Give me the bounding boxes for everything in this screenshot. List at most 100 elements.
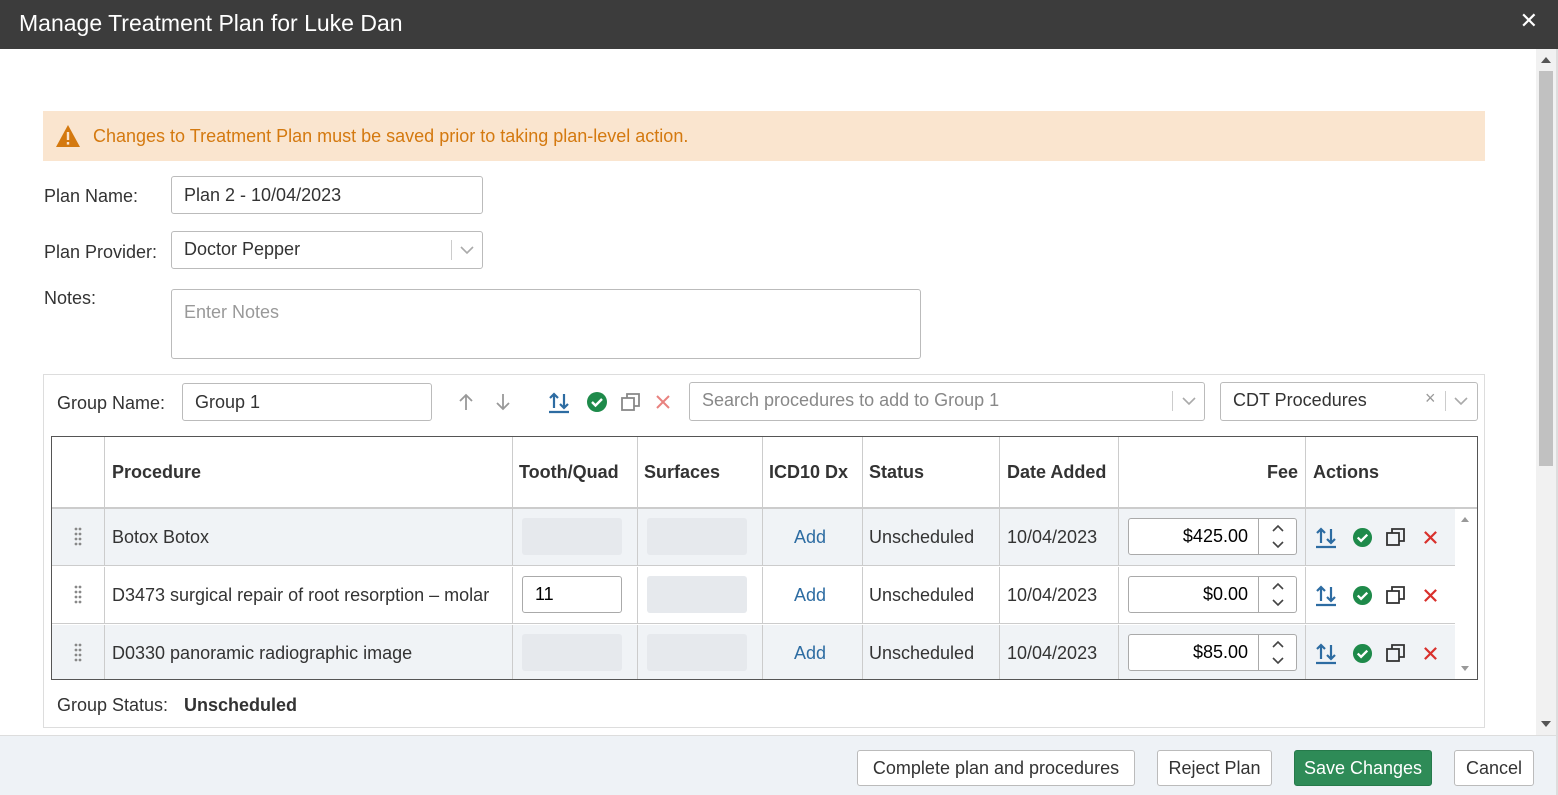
group-name-label: Group Name: (57, 393, 166, 413)
delete-procedure-icon[interactable] (1423, 530, 1438, 545)
drag-handle-icon[interactable] (74, 585, 82, 605)
fee-input[interactable] (1128, 576, 1259, 613)
scroll-down-icon[interactable] (1541, 721, 1551, 727)
tooth-cell (513, 509, 638, 566)
alert-message: Changes to Treatment Plan must be saved … (93, 126, 689, 146)
procedure-set-value: CDT Procedures (1233, 390, 1367, 410)
warning-icon (56, 125, 80, 147)
header-label: Fee (1266, 462, 1298, 482)
sort-transfer-icon[interactable] (1314, 583, 1338, 607)
header-label: Status (869, 462, 925, 482)
actions-cell (1306, 509, 1455, 566)
fee-stepper[interactable] (1259, 518, 1297, 555)
duplicate-group-icon[interactable] (620, 391, 642, 413)
icd10-cell: Add (763, 625, 863, 679)
dialog-footer: Complete plan and procedures Reject Plan… (0, 735, 1556, 795)
table-row: D0330 panoramic radiographic image Add U… (52, 625, 1455, 679)
fee-cell (1119, 567, 1306, 624)
dialog-scrollbar[interactable] (1536, 49, 1556, 735)
fee-stepper[interactable] (1259, 634, 1297, 671)
procedure-search-select[interactable]: Search procedures to add to Group 1 (689, 382, 1205, 421)
cancel-button[interactable]: Cancel (1454, 750, 1534, 786)
fee-column-header[interactable]: Fee (1119, 437, 1306, 507)
date-added-column-header[interactable]: Date Added (1000, 437, 1119, 507)
icd10-column-header[interactable]: ICD10 Dx (763, 437, 863, 507)
tooth-quad-input-disabled (522, 518, 622, 555)
duplicate-procedure-icon[interactable] (1385, 526, 1407, 548)
close-icon[interactable]: ✕ (1520, 8, 1538, 34)
surfaces-input-disabled (647, 634, 747, 671)
chevron-down-icon[interactable] (1271, 540, 1285, 550)
fee-input[interactable] (1128, 518, 1259, 555)
surfaces-input-disabled (647, 518, 747, 555)
drag-handle-icon[interactable] (74, 527, 82, 547)
move-group-down-icon[interactable] (493, 392, 513, 412)
table-row: Botox Botox Add Unscheduled 10/04/2023 (52, 509, 1455, 566)
sort-transfer-icon[interactable] (1314, 641, 1338, 665)
chevron-up-icon[interactable] (1271, 639, 1285, 649)
header-label: Tooth/Quad (519, 462, 619, 482)
table-scroll-down-icon[interactable] (1461, 666, 1469, 671)
surfaces-column-header[interactable]: Surfaces (638, 437, 763, 507)
actions-cell (1306, 625, 1455, 679)
fee-cell (1119, 625, 1306, 679)
sort-transfer-icon[interactable] (1314, 525, 1338, 549)
tooth-cell (513, 625, 638, 679)
clear-icon[interactable]: × (1425, 388, 1436, 409)
plan-provider-select[interactable]: Doctor Pepper (171, 231, 483, 269)
scroll-up-icon[interactable] (1541, 57, 1551, 63)
delete-procedure-icon[interactable] (1423, 588, 1438, 603)
status-column-header[interactable]: Status (863, 437, 1000, 507)
drag-handle-icon[interactable] (74, 643, 82, 663)
procedure-set-select[interactable]: CDT Procedures × (1220, 382, 1478, 421)
complete-procedure-icon[interactable] (1352, 643, 1373, 664)
plan-name-label: Plan Name: (44, 186, 139, 206)
group-name-input[interactable] (182, 383, 432, 421)
notes-textarea[interactable] (171, 289, 921, 359)
table-row: D3473 surgical repair of root resorption… (52, 567, 1455, 624)
chevron-up-icon[interactable] (1271, 523, 1285, 533)
procedure-search-placeholder: Search procedures to add to Group 1 (702, 390, 1000, 410)
fee-input[interactable] (1128, 634, 1259, 671)
procedure-column-header[interactable]: Procedure (105, 437, 513, 507)
drag-cell (52, 509, 105, 566)
tooth-quad-input[interactable] (522, 576, 622, 613)
procedure-cell: D3473 surgical repair of root resorption… (105, 567, 513, 624)
group-status-value: Unscheduled (184, 695, 298, 715)
complete-procedure-icon[interactable] (1352, 527, 1373, 548)
add-icd10-link[interactable]: Add (794, 585, 826, 606)
save-changes-button[interactable]: Save Changes (1294, 750, 1432, 786)
scrollbar-thumb[interactable] (1539, 71, 1553, 466)
complete-group-icon[interactable] (586, 391, 608, 413)
surfaces-cell (638, 509, 763, 566)
add-icd10-link[interactable]: Add (794, 527, 826, 548)
date-added-text: 10/04/2023 (1007, 643, 1098, 663)
chevron-down-icon[interactable] (1271, 656, 1285, 666)
duplicate-procedure-icon[interactable] (1385, 642, 1407, 664)
procedure-cell: Botox Botox (105, 509, 513, 566)
plan-name-input[interactable] (171, 176, 483, 214)
tooth-quad-column-header[interactable]: Tooth/Quad (513, 437, 638, 507)
chevron-up-icon[interactable] (1271, 581, 1285, 591)
surfaces-cell (638, 625, 763, 679)
complete-plan-button[interactable]: Complete plan and procedures (857, 750, 1135, 786)
reject-plan-button[interactable]: Reject Plan (1157, 750, 1272, 786)
procedure-name: Botox Botox (112, 527, 210, 547)
table-scrollbar[interactable] (1455, 509, 1477, 679)
drag-cell (52, 567, 105, 624)
complete-procedure-icon[interactable] (1352, 585, 1373, 606)
plan-provider-label: Plan Provider: (44, 242, 158, 262)
sort-transfer-icon[interactable] (547, 390, 571, 414)
move-group-up-icon[interactable] (456, 392, 476, 412)
actions-cell (1306, 567, 1455, 624)
add-icd10-link[interactable]: Add (794, 643, 826, 664)
duplicate-procedure-icon[interactable] (1385, 584, 1407, 606)
chevron-down-icon[interactable] (1271, 598, 1285, 608)
procedure-cell: D0330 panoramic radiographic image (105, 625, 513, 679)
drag-column-header (52, 437, 105, 507)
table-scroll-up-icon[interactable] (1461, 517, 1469, 522)
fee-stepper[interactable] (1259, 576, 1297, 613)
delete-procedure-icon[interactable] (1423, 646, 1438, 661)
chevron-down-icon (460, 246, 474, 255)
delete-group-icon[interactable] (655, 394, 671, 410)
